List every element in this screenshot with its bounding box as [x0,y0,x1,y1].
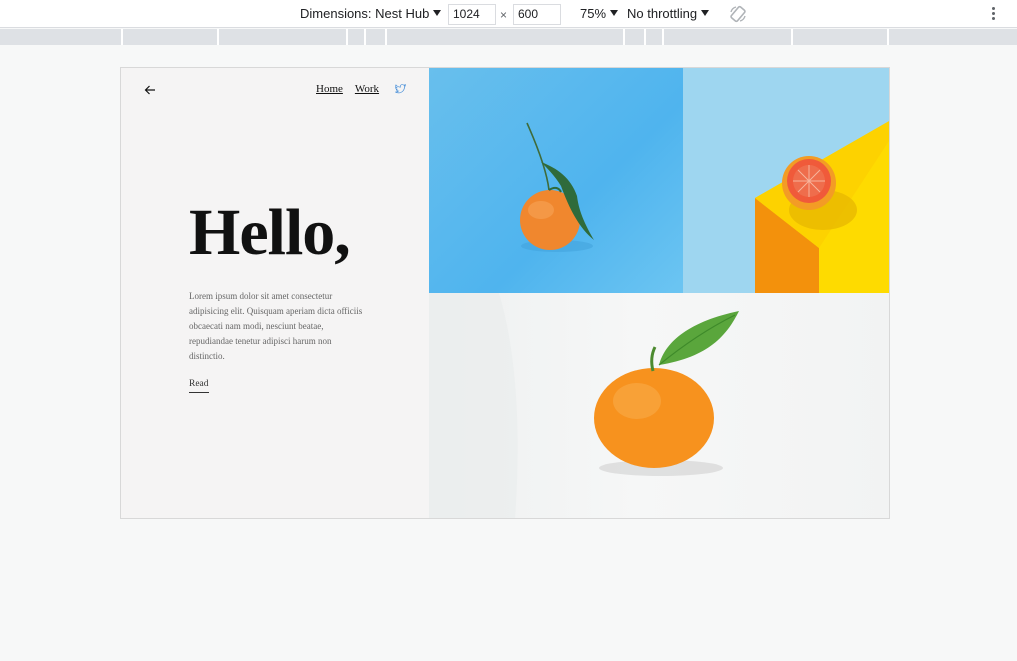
caret-down-icon [610,10,619,16]
hero-heading: Hello, [189,196,351,269]
zoom-label: 75% [580,6,607,21]
ruler-divider [121,29,123,45]
dimensions-dropdown[interactable]: Dimensions: Nest Hub [300,6,442,22]
dimensions-label: Dimensions: Nest Hub [300,6,430,21]
nav-home-link[interactable]: Home [316,83,343,95]
height-input[interactable]: 600 [513,4,561,25]
ruler-divider [623,29,625,45]
grapefruit-cube-photo [683,68,889,293]
throttling-label: No throttling [627,6,698,21]
ruler-divider [364,29,366,45]
read-link[interactable]: Read [189,379,209,393]
ruler-divider [662,29,664,45]
twitter-icon[interactable] [395,84,406,94]
orange-leaf-photo [429,293,889,518]
caret-down-icon [701,10,710,16]
device-toolbar: Dimensions: Nest Hub 1024 × 600 75% No t… [0,0,1017,28]
tangerine-blue-photo [429,68,683,293]
zoom-dropdown[interactable]: 75% [580,6,619,22]
ruler-divider [791,29,793,45]
width-input[interactable]: 1024 [448,4,496,25]
hero-body-text: Lorem ipsum dolor sit amet consectetur a… [189,291,363,361]
ruler-divider [217,29,219,45]
ruler-divider [644,29,646,45]
nav-work-link[interactable]: Work [355,83,379,95]
rotate-icon[interactable] [728,4,748,24]
caret-down-icon [433,10,442,16]
device-viewport: Home Work Hello, Lorem ipsum dolor sit am… [120,67,890,519]
times-sign: × [500,8,508,22]
main-nav: Home Work [316,83,391,95]
ruler-divider [346,29,348,45]
ruler-divider [887,29,889,45]
left-arrow-icon[interactable] [143,83,157,97]
more-options-icon[interactable] [988,6,1000,22]
media-query-ruler[interactable] [0,29,1017,45]
left-pane: Home Work Hello, Lorem ipsum dolor sit am… [121,68,429,518]
ruler-divider [385,29,387,45]
throttling-dropdown[interactable]: No throttling [627,6,710,22]
